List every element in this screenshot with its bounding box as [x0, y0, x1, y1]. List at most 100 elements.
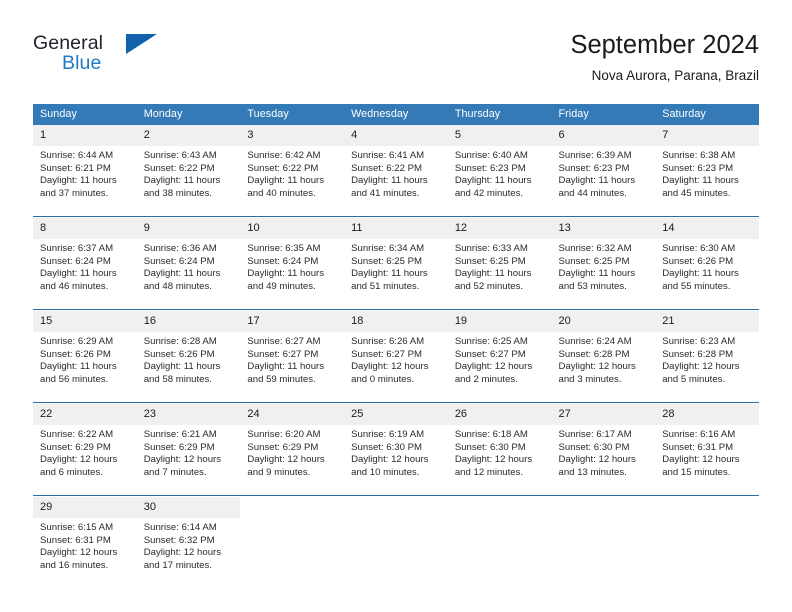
- sunset-text: Sunset: 6:23 PM: [454, 162, 526, 174]
- day-cell-info: Sunrise: 6:16 AM Sunset: 6:31 PM Dayligh…: [655, 425, 759, 496]
- day-cell-info: Sunrise: 6:34 AM Sunset: 6:25 PM Dayligh…: [344, 239, 448, 310]
- sunset-text: Sunset: 6:24 PM: [247, 255, 319, 267]
- day-cell-number[interactable]: 1: [33, 125, 137, 146]
- day-cell-info: Sunrise: 6:42 AM Sunset: 6:22 PM Dayligh…: [240, 146, 345, 217]
- daylight-text-line1: Daylight: 11 hours: [143, 268, 221, 280]
- daylight-text-line2: and 41 minutes.: [351, 187, 420, 199]
- day-cell-empty: [655, 518, 759, 588]
- week-info-row: Sunrise: 6:15 AM Sunset: 6:31 PM Dayligh…: [33, 518, 759, 588]
- sunrise-text: Sunrise: 6:19 AM: [351, 429, 425, 440]
- daylight-text-line2: and 9 minutes.: [247, 466, 311, 478]
- day-cell-number[interactable]: 21: [655, 311, 759, 332]
- day-cell-number[interactable]: 17: [240, 311, 345, 332]
- day-cell-number[interactable]: 18: [344, 311, 448, 332]
- sunset-text: Sunset: 6:21 PM: [40, 162, 111, 174]
- day-cell-number[interactable]: 9: [136, 218, 241, 239]
- weekday-header-tuesday: Tuesday: [240, 104, 345, 125]
- day-cell-number[interactable]: 5: [447, 125, 552, 146]
- daylight-text-line1: Daylight: 11 hours: [247, 268, 325, 280]
- day-cell-number[interactable]: 20: [551, 311, 656, 332]
- page-subtitle: Nova Aurora, Parana, Brazil: [591, 68, 759, 83]
- day-cell-empty: [344, 518, 448, 588]
- day-cell-number[interactable]: 24: [240, 404, 345, 425]
- sunset-text: Sunset: 6:22 PM: [143, 162, 215, 174]
- day-cell-info: Sunrise: 6:32 AM Sunset: 6:25 PM Dayligh…: [551, 239, 656, 310]
- day-cell-number[interactable]: 16: [136, 311, 241, 332]
- day-cell-number[interactable]: 28: [655, 404, 759, 425]
- day-cell-number[interactable]: 3: [240, 125, 345, 146]
- sunset-text: Sunset: 6:32 PM: [143, 534, 215, 546]
- day-cell-empty: [551, 497, 656, 518]
- sunrise-text: Sunrise: 6:23 AM: [662, 336, 736, 347]
- sunset-text: Sunset: 6:30 PM: [558, 441, 630, 453]
- day-cell-number[interactable]: 30: [136, 497, 241, 518]
- sunrise-text: Sunrise: 6:39 AM: [558, 150, 632, 161]
- page-header: General Blue September 2024 Nova Aurora,…: [33, 30, 759, 92]
- sunrise-text: Sunrise: 6:29 AM: [40, 336, 114, 347]
- day-cell-number[interactable]: 15: [33, 311, 137, 332]
- sunrise-text: Sunrise: 6:33 AM: [454, 243, 528, 254]
- day-cell-number[interactable]: 13: [551, 218, 656, 239]
- sunset-text: Sunset: 6:30 PM: [454, 441, 526, 453]
- day-cell-number[interactable]: 22: [33, 404, 137, 425]
- sunrise-text: Sunrise: 6:34 AM: [351, 243, 425, 254]
- sunset-text: Sunset: 6:25 PM: [454, 255, 526, 267]
- day-cell-number[interactable]: 2: [136, 125, 241, 146]
- day-cell-number[interactable]: 14: [655, 218, 759, 239]
- daylight-text-line2: and 45 minutes.: [662, 187, 731, 199]
- sunrise-text: Sunrise: 6:37 AM: [40, 243, 114, 254]
- sunrise-text: Sunrise: 6:26 AM: [351, 336, 425, 347]
- daylight-text-line1: Daylight: 12 hours: [454, 454, 533, 466]
- day-cell-number[interactable]: 11: [344, 218, 448, 239]
- sunrise-text: Sunrise: 6:43 AM: [143, 150, 217, 161]
- daylight-text-line2: and 58 minutes.: [143, 373, 212, 385]
- daylight-text-line1: Daylight: 12 hours: [558, 361, 636, 373]
- sunset-text: Sunset: 6:29 PM: [247, 441, 319, 453]
- day-cell-number[interactable]: 10: [240, 218, 345, 239]
- day-cell-number[interactable]: 6: [551, 125, 656, 146]
- sunrise-text: Sunrise: 6:42 AM: [247, 150, 321, 161]
- daylight-text-line2: and 7 minutes.: [143, 466, 207, 478]
- sunrise-text: Sunrise: 6:30 AM: [662, 243, 736, 254]
- day-cell-number[interactable]: 29: [33, 497, 137, 518]
- daylight-text-line1: Daylight: 12 hours: [662, 454, 740, 466]
- week-daynum-row: 29 30: [33, 497, 759, 518]
- daylight-text-line2: and 56 minutes.: [40, 373, 109, 385]
- sunset-text: Sunset: 6:26 PM: [143, 348, 215, 360]
- day-cell-number[interactable]: 12: [447, 218, 552, 239]
- brand-logo[interactable]: General Blue: [33, 32, 163, 82]
- triangle-icon: [126, 34, 157, 54]
- day-cell-number[interactable]: 19: [447, 311, 552, 332]
- week-daynum-row: 1 2 3 4 5 6 7: [33, 125, 759, 146]
- sunset-text: Sunset: 6:28 PM: [662, 348, 734, 360]
- day-cell-empty: [655, 497, 759, 518]
- daylight-text-line1: Daylight: 11 hours: [40, 268, 117, 280]
- daylight-text-line1: Daylight: 11 hours: [247, 361, 325, 373]
- day-cell-number[interactable]: 7: [655, 125, 759, 146]
- daylight-text-line1: Daylight: 11 hours: [40, 361, 117, 373]
- day-cell-info: Sunrise: 6:37 AM Sunset: 6:24 PM Dayligh…: [33, 239, 137, 310]
- daylight-text-line1: Daylight: 11 hours: [558, 175, 636, 187]
- calendar-page: General Blue September 2024 Nova Aurora,…: [0, 0, 792, 612]
- day-cell-info: Sunrise: 6:44 AM Sunset: 6:21 PM Dayligh…: [33, 146, 137, 217]
- day-cell-number[interactable]: 8: [33, 218, 137, 239]
- sunset-text: Sunset: 6:23 PM: [558, 162, 630, 174]
- day-cell-number[interactable]: 25: [344, 404, 448, 425]
- day-cell-info: Sunrise: 6:15 AM Sunset: 6:31 PM Dayligh…: [33, 518, 137, 588]
- sunset-text: Sunset: 6:26 PM: [40, 348, 111, 360]
- daylight-text-line2: and 0 minutes.: [351, 373, 415, 385]
- daylight-text-line2: and 6 minutes.: [40, 466, 103, 478]
- day-cell-number[interactable]: 26: [447, 404, 552, 425]
- day-cell-number[interactable]: 23: [136, 404, 241, 425]
- day-cell-number[interactable]: 27: [551, 404, 656, 425]
- sunrise-text: Sunrise: 6:28 AM: [143, 336, 217, 347]
- daylight-text-line2: and 37 minutes.: [40, 187, 109, 199]
- daylight-text-line1: Daylight: 11 hours: [662, 175, 739, 187]
- day-cell-info: Sunrise: 6:22 AM Sunset: 6:29 PM Dayligh…: [33, 425, 137, 496]
- sunrise-text: Sunrise: 6:40 AM: [454, 150, 528, 161]
- day-cell-info: Sunrise: 6:19 AM Sunset: 6:30 PM Dayligh…: [344, 425, 448, 496]
- day-cell-number[interactable]: 4: [344, 125, 448, 146]
- sunset-text: Sunset: 6:27 PM: [247, 348, 319, 360]
- daylight-text-line1: Daylight: 11 hours: [143, 361, 221, 373]
- day-cell-info: Sunrise: 6:38 AM Sunset: 6:23 PM Dayligh…: [655, 146, 759, 217]
